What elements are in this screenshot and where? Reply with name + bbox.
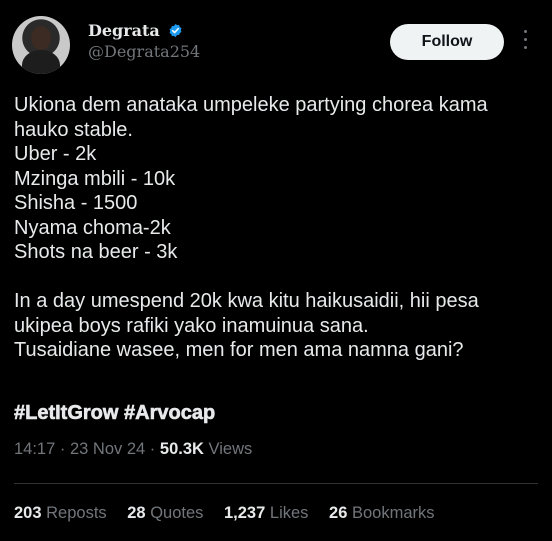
views-label: Views (208, 440, 253, 458)
views-count: 50.3K (159, 440, 204, 458)
author-display-name[interactable]: Degrata (88, 21, 160, 40)
post-header: Degrata @Degrata254 Follow (12, 16, 540, 80)
post-meta: 14:17 · 23 Nov 24 · 50.3K Views (14, 440, 252, 459)
likes-count: 1,237 (224, 504, 266, 522)
likes-stat[interactable]: 1,237 Likes (224, 504, 308, 523)
hashtag-link[interactable]: #LetItGrow (14, 402, 119, 425)
post-text: Ukiona dem anataka umpeleke partying cho… (14, 94, 488, 361)
reposts-label: Reposts (46, 504, 107, 522)
quotes-stat[interactable]: 28 Quotes (127, 504, 203, 523)
author-handle[interactable]: @Degrata254 (88, 42, 200, 61)
more-options-icon[interactable] (522, 30, 528, 52)
avatar[interactable] (12, 16, 70, 74)
quotes-count: 28 (127, 504, 146, 522)
divider (14, 483, 538, 484)
author-block: Degrata @Degrata254 (88, 20, 200, 61)
post-hashtags: #LetItGrow #Arvocap (14, 401, 216, 425)
post-time[interactable]: 14:17 (14, 440, 55, 458)
likes-label: Likes (269, 504, 309, 522)
hashtag-link[interactable]: #Arvocap (124, 402, 216, 425)
post-date[interactable]: 23 Nov 24 (70, 440, 145, 458)
follow-button[interactable]: Follow (390, 24, 504, 60)
meta-separator: · (149, 440, 160, 458)
bookmarks-label: Bookmarks (351, 504, 435, 522)
quotes-label: Quotes (150, 504, 204, 522)
meta-separator: · (59, 440, 70, 458)
engagement-stats: 203 Reposts 28 Quotes 1,237 Likes 26 Boo… (14, 504, 451, 523)
reposts-count: 203 (14, 504, 42, 522)
verified-badge-icon (169, 23, 182, 38)
reposts-stat[interactable]: 203 Reposts (14, 504, 107, 523)
bookmarks-stat[interactable]: 26 Bookmarks (329, 504, 434, 523)
bookmarks-count: 26 (329, 504, 348, 522)
